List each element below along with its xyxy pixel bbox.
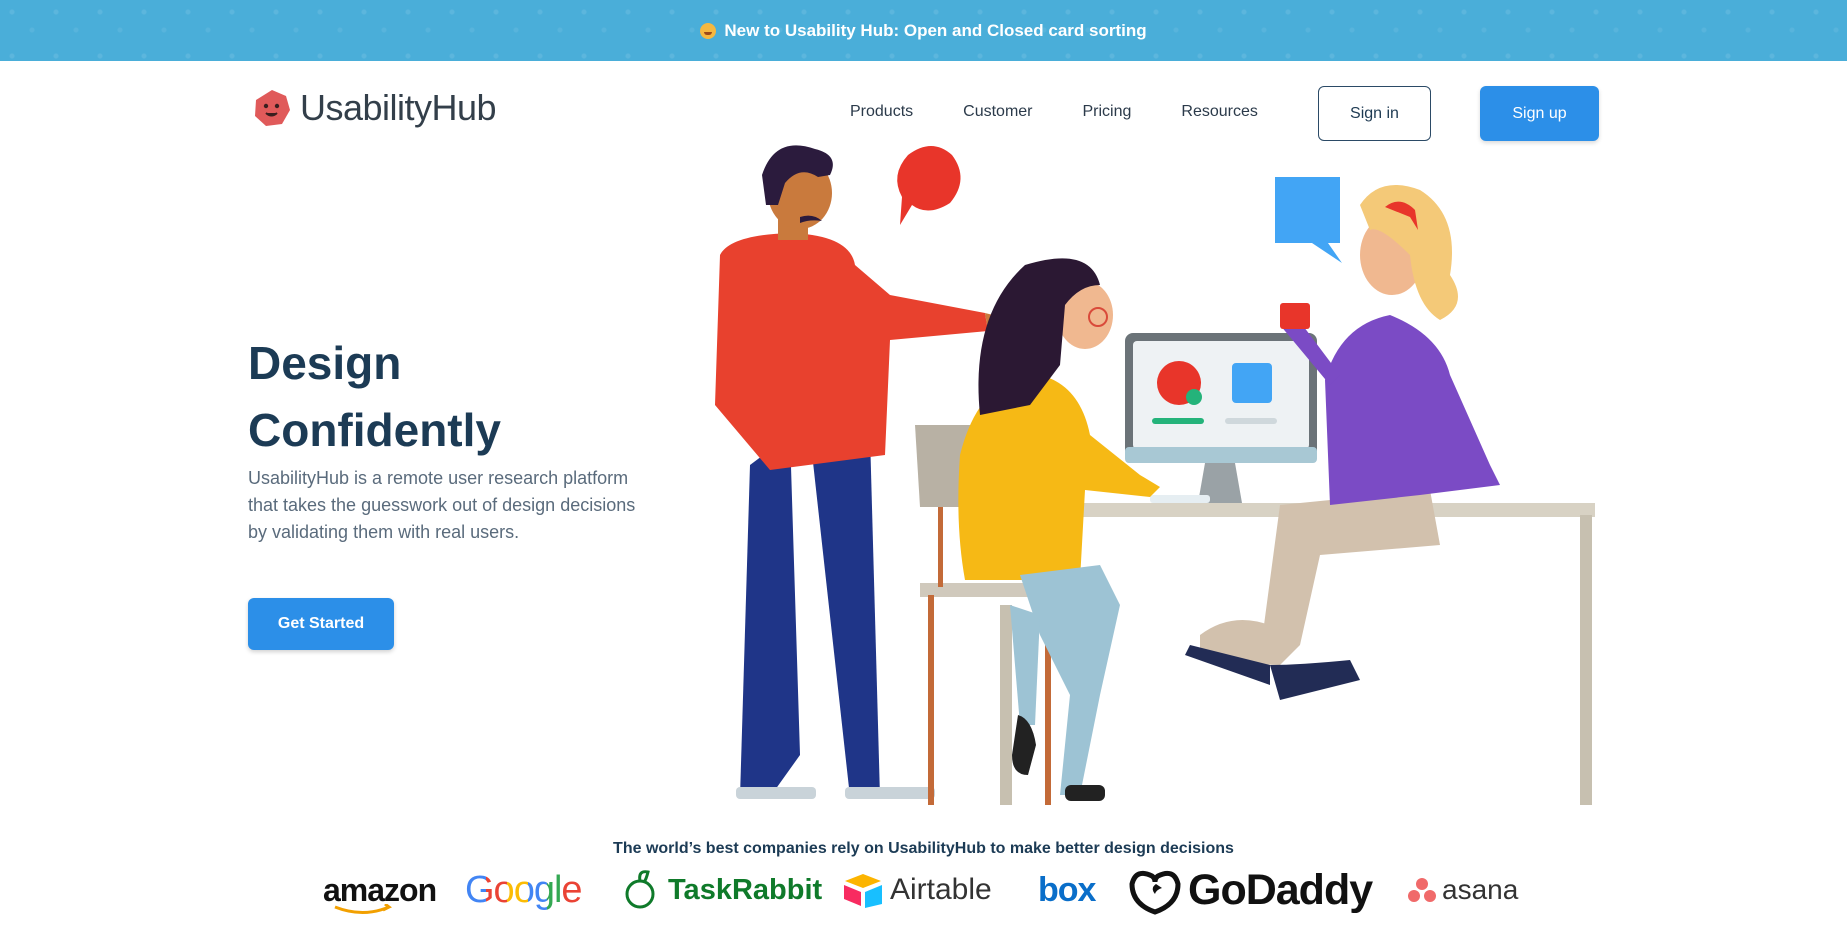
- taskrabbit-logo: TaskRabbit: [620, 860, 822, 920]
- amazon-logo: amazon: [323, 860, 437, 920]
- trust-statement: The world’s best companies rely on Usabi…: [613, 840, 1234, 857]
- hero-title: Design Confidently: [248, 330, 668, 464]
- box-logo: box: [1038, 860, 1096, 920]
- box-wordmark: box: [1038, 870, 1096, 909]
- usabilityhub-logo-icon: [255, 90, 290, 126]
- airtable-wordmark: Airtable: [890, 873, 992, 906]
- hero-title-line-2: Confidently: [248, 404, 501, 456]
- google-logo: Google: [465, 860, 583, 920]
- godaddy-logo-icon: [1129, 870, 1181, 915]
- get-started-button[interactable]: Get Started: [248, 598, 394, 650]
- asana-wordmark: asana: [1442, 874, 1519, 905]
- nav-link-products[interactable]: Products: [850, 103, 913, 121]
- hero-description: UsabilityHub is a remote user research p…: [248, 468, 636, 542]
- godaddy-logo: GoDaddy: [1126, 860, 1373, 920]
- logo-text: UsabilityHub: [300, 87, 497, 128]
- google-wordmark: Google: [465, 868, 583, 911]
- nav-link-resources[interactable]: Resources: [1181, 103, 1257, 121]
- asana-logo: asana: [1408, 860, 1518, 920]
- nav-links: Products Customer Pricing Resources: [850, 103, 1308, 121]
- logo-link[interactable]: UsabilityHub: [252, 87, 497, 129]
- announcement-link[interactable]: New to Usability Hub: Open and Closed ca…: [700, 20, 1147, 41]
- airtable-logo: Airtable: [842, 860, 992, 920]
- airtable-logo-icon: [844, 874, 882, 908]
- nav-link-pricing[interactable]: Pricing: [1083, 103, 1132, 121]
- godaddy-wordmark: GoDaddy: [1188, 865, 1373, 914]
- sign-up-button[interactable]: Sign up: [1480, 86, 1599, 141]
- hero-illustration: [715, 145, 1595, 805]
- banner-emoji-icon: [700, 22, 717, 39]
- amazon-smile-icon: [334, 904, 392, 914]
- announcement-text: New to Usability Hub: Open and Closed ca…: [724, 20, 1147, 40]
- hero-title-line-1: Design: [248, 337, 402, 389]
- asana-logo-icon: [1408, 878, 1436, 902]
- sign-in-button[interactable]: Sign in: [1318, 86, 1431, 141]
- taskrabbit-logo-icon: [625, 870, 655, 909]
- amazon-wordmark: amazon: [323, 871, 437, 908]
- nav-link-customer[interactable]: Customer: [963, 103, 1032, 121]
- announcement-banner: New to Usability Hub: Open and Closed ca…: [0, 0, 1847, 61]
- taskrabbit-wordmark: TaskRabbit: [668, 873, 823, 906]
- customer-logos: amazon Google TaskRabbit Airtable box Go…: [0, 860, 1847, 920]
